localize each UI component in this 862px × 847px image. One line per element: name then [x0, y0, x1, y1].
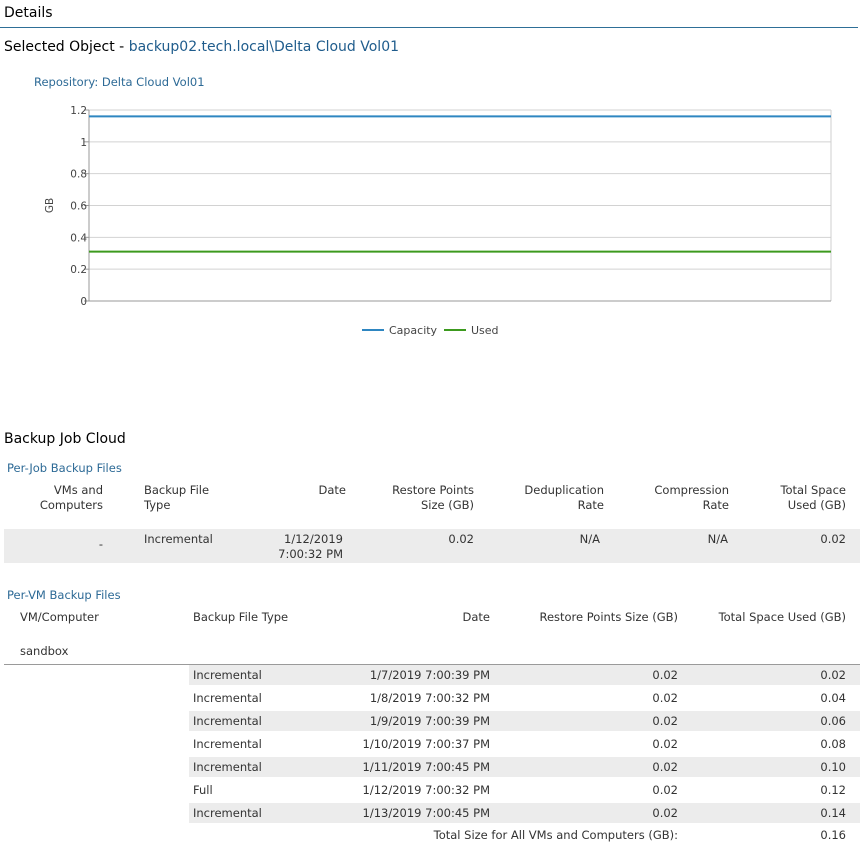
y-tick-label: 0 — [80, 296, 87, 308]
y-tick-label: 0.2 — [70, 264, 87, 276]
per-vm-title: Per-VM Backup Files — [7, 588, 121, 602]
row-total: 0.04 — [820, 691, 846, 705]
total-size-label: Total Size for All VMs and Computers (GB… — [433, 828, 678, 842]
row-rps: 0.02 — [652, 737, 678, 751]
per-vm-header-total: Total Space Used (GB) — [718, 610, 846, 624]
y-axis-label: GB — [44, 198, 56, 213]
row-total: 0.02 — [820, 668, 846, 682]
per-job-title: Per-Job Backup Files — [7, 461, 122, 475]
y-tick-label: 1.2 — [70, 105, 87, 117]
vm-name: sandbox — [20, 644, 69, 658]
per-vm-header-rps: Restore Points Size (GB) — [539, 610, 678, 624]
row-date: 1/13/2019 7:00:45 PM — [362, 806, 490, 820]
legend-label-used: Used — [471, 324, 499, 337]
details-heading: Details — [4, 5, 53, 21]
row-date: 1/7/2019 7:00:39 PM — [369, 668, 490, 682]
row-date: 1/12/2019 7:00:32 PM — [362, 783, 490, 797]
selected-object-label: Selected Object - — [4, 39, 129, 55]
row-type: Full — [193, 783, 213, 797]
per-job-cell-type: Incremental — [144, 532, 213, 546]
row-rps: 0.02 — [652, 691, 678, 705]
per-job-header-date: Date — [318, 483, 347, 497]
selected-object: Selected Object - backup02.tech.local\De… — [4, 39, 399, 55]
row-total: 0.10 — [820, 760, 846, 774]
per-vm-header-type: Backup File Type — [193, 610, 289, 624]
per-job-header-total: Total Space Used (GB) — [780, 483, 846, 512]
per-job-cell-dedup: N/A — [579, 532, 600, 546]
row-date: 1/11/2019 7:00:45 PM — [362, 760, 490, 774]
per-job-cell-total: 0.02 — [820, 532, 846, 546]
row-type: Incremental — [193, 714, 262, 728]
legend-label-capacity: Capacity — [389, 324, 438, 337]
per-job-cell-vms: - — [98, 537, 103, 551]
total-size-value: 0.16 — [820, 828, 846, 842]
per-vm-header-date: Date — [462, 610, 491, 624]
per-job-header-rps: Restore Points Size (GB) — [392, 483, 474, 512]
row-total: 0.14 — [820, 806, 846, 820]
row-date: 1/9/2019 7:00:39 PM — [369, 714, 490, 728]
y-tick-label: 0.4 — [70, 232, 87, 244]
row-rps: 0.02 — [652, 806, 678, 820]
y-tick-label: 0.8 — [70, 169, 87, 181]
row-rps: 0.02 — [652, 783, 678, 797]
row-type: Incremental — [193, 691, 262, 705]
chart-title: Repository: Delta Cloud Vol01 — [34, 75, 205, 89]
per-job-header-dedup: Deduplication Rate — [524, 483, 604, 512]
row-type: Incremental — [193, 760, 262, 774]
repository-chart: 0 0.2 0.4 0.6 0.8 1 1.2 GB Capacity Used — [44, 105, 832, 337]
row-type: Incremental — [193, 806, 262, 820]
per-job-cell-date: 1/12/2019 7:00:32 PM — [278, 532, 343, 561]
per-vm-header-vm: VM/Computer — [20, 610, 99, 624]
per-job-header-type: Backup File Type — [144, 483, 210, 512]
selected-object-link[interactable]: backup02.tech.local\Delta Cloud Vol01 — [129, 39, 399, 55]
row-rps: 0.02 — [652, 760, 678, 774]
row-type: Incremental — [193, 737, 262, 751]
row-total: 0.06 — [820, 714, 846, 728]
y-tick-label: 0.6 — [70, 201, 87, 213]
per-job-header-vms: VMs and Computers — [39, 483, 103, 512]
row-total: 0.08 — [820, 737, 846, 751]
row-rps: 0.02 — [652, 714, 678, 728]
per-job-cell-compression: N/A — [707, 532, 728, 546]
row-total: 0.12 — [820, 783, 846, 797]
row-rps: 0.02 — [652, 668, 678, 682]
y-tick-label: 1 — [80, 137, 87, 149]
job-title: Backup Job Cloud — [4, 431, 126, 447]
header-divider — [0, 27, 858, 28]
per-job-header-compression: Compression Rate — [654, 483, 729, 512]
row-type: Incremental — [193, 668, 262, 682]
per-job-cell-rps: 0.02 — [448, 532, 474, 546]
row-date: 1/8/2019 7:00:32 PM — [369, 691, 490, 705]
row-date: 1/10/2019 7:00:37 PM — [362, 737, 490, 751]
